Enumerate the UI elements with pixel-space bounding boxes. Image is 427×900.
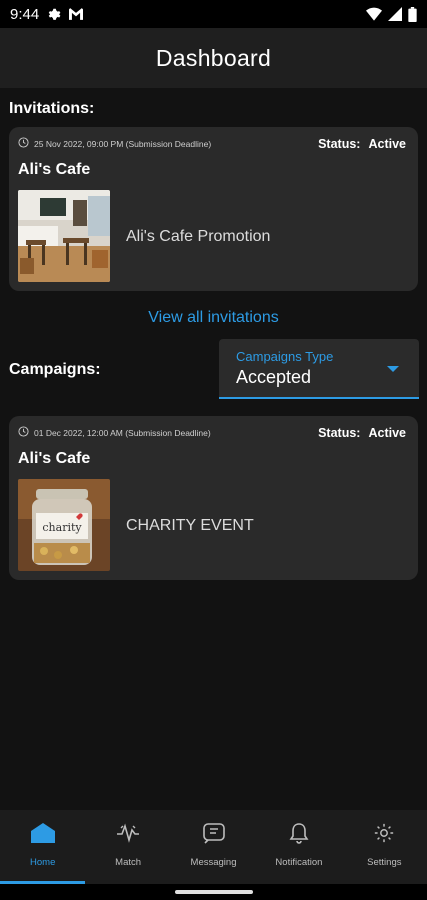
- gear-icon: [47, 7, 61, 21]
- invitations-label: Invitations:: [9, 100, 95, 117]
- signal-icon: [388, 7, 402, 21]
- messaging-icon: [201, 822, 227, 849]
- campaign-title: CHARITY EVENT: [126, 517, 254, 534]
- nav-notification[interactable]: Notification: [256, 810, 341, 884]
- business-name: Ali's Cafe: [18, 450, 91, 467]
- status-label: Status:: [318, 137, 361, 151]
- campaign-deadline: 01 Dec 2022, 12:00 AM (Submission Deadli…: [18, 426, 211, 439]
- deadline-text: 01 Dec 2022, 12:00 AM (Submission Deadli…: [34, 427, 211, 438]
- status-badge: Status: Active: [318, 137, 406, 151]
- nav-label: Match: [115, 857, 142, 868]
- bottom-nav: Home Match Messaging Notification Settin…: [0, 810, 427, 884]
- invitation-deadline: 25 Nov 2022, 09:00 PM (Submission Deadli…: [18, 137, 211, 150]
- campaign-card[interactable]: 01 Dec 2022, 12:00 AM (Submission Deadli…: [9, 416, 418, 580]
- battery-icon: [408, 6, 417, 22]
- gesture-bar: [0, 884, 427, 900]
- home-indicator[interactable]: [175, 890, 253, 894]
- campaigns-type-dropdown[interactable]: Campaigns Type Accepted: [219, 339, 419, 399]
- status-bar: 9:44: [0, 0, 427, 28]
- svg-text:charity: charity: [42, 521, 82, 534]
- campaigns-label: Campaigns:: [9, 361, 101, 378]
- wifi-icon: [366, 7, 382, 21]
- nav-settings[interactable]: Settings: [342, 810, 427, 884]
- nav-label: Notification: [275, 857, 323, 868]
- business-name: Ali's Cafe: [18, 161, 91, 178]
- nav-label: Home: [30, 857, 56, 868]
- invitation-card[interactable]: 25 Nov 2022, 09:00 PM (Submission Deadli…: [9, 127, 418, 291]
- match-icon: [115, 822, 141, 849]
- status-value: Active: [368, 137, 406, 151]
- page-title: Dashboard: [155, 44, 272, 71]
- clock-icon: [18, 137, 29, 150]
- nav-messaging[interactable]: Messaging: [171, 810, 256, 884]
- status-time: 9:44: [10, 5, 40, 23]
- status-badge: Status: Active: [318, 426, 406, 440]
- nav-label: Messaging: [190, 857, 237, 868]
- chevron-down-icon[interactable]: [387, 366, 399, 372]
- gear-icon: [371, 822, 397, 849]
- nav-home[interactable]: Home: [0, 810, 86, 884]
- view-all-invitations-link[interactable]: View all invitations: [0, 309, 427, 327]
- clock-icon: [18, 426, 29, 439]
- cafe-image: [18, 190, 110, 282]
- dropdown-value: Accepted: [236, 367, 312, 387]
- charity-jar-image: charity: [18, 479, 110, 571]
- bell-icon: [286, 822, 312, 849]
- nav-label: Settings: [367, 857, 402, 868]
- promotion-title: Ali's Cafe Promotion: [126, 228, 271, 245]
- home-icon: [30, 822, 56, 849]
- nav-match[interactable]: Match: [85, 810, 170, 884]
- dropdown-label: Campaigns Type: [236, 349, 334, 364]
- deadline-text: 25 Nov 2022, 09:00 PM (Submission Deadli…: [34, 138, 212, 149]
- status-value: Active: [368, 426, 406, 440]
- gmail-icon: [69, 8, 84, 20]
- app-bar: Dashboard: [0, 28, 427, 88]
- status-label: Status:: [318, 426, 361, 440]
